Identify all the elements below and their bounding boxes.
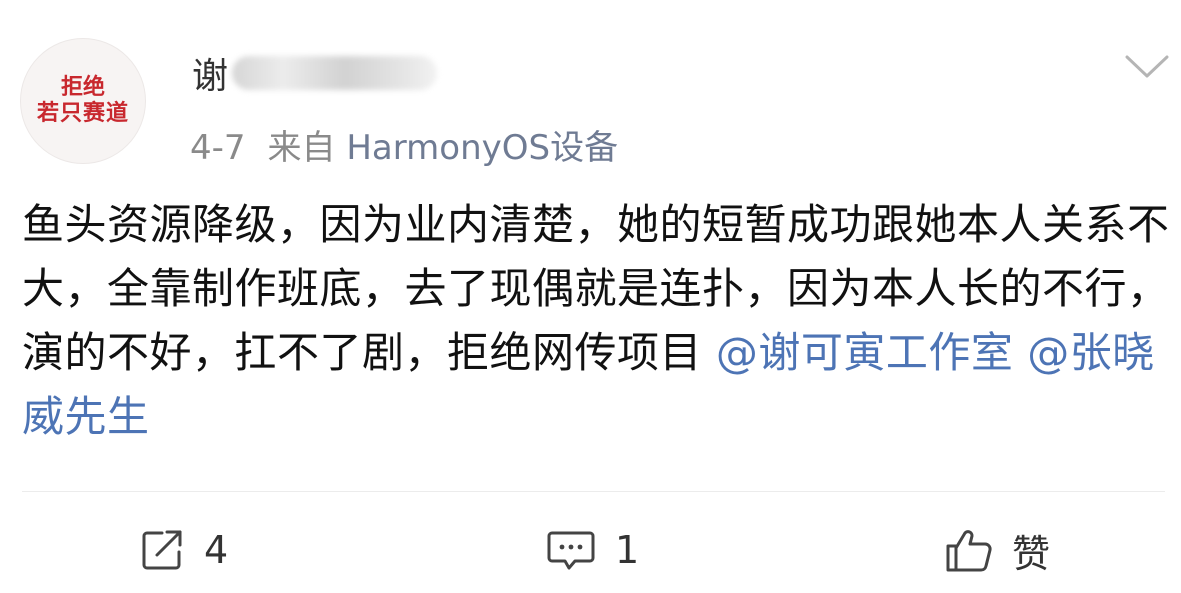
share-icon — [138, 526, 186, 574]
repost-button[interactable]: 4 — [138, 520, 228, 580]
post-content: 鱼头资源降级，因为业内清楚，她的短暂成功跟她本人关系不大，全靠制作班底，去了现偶… — [22, 193, 1172, 449]
comment-button[interactable]: 1 — [545, 520, 639, 580]
like-button[interactable]: 赞 — [944, 520, 1050, 580]
post-date: 4-7 — [190, 128, 246, 168]
post-device[interactable]: HarmonyOS设备 — [346, 128, 618, 168]
avatar-text-line2: 若只赛道 — [36, 101, 129, 126]
username[interactable]: 谢 — [192, 48, 438, 98]
thumbs-up-icon — [944, 526, 994, 574]
like-label: 赞 — [1012, 531, 1051, 576]
avatar[interactable]: 拒绝 若只赛道 — [20, 38, 146, 164]
repost-count: 4 — [204, 528, 229, 572]
post-meta: 4-7 来自 HarmonyOS设备 — [190, 120, 618, 169]
username-redaction-blur — [232, 56, 438, 90]
mention-link[interactable]: @谢可寅工作室 — [716, 328, 1014, 377]
comment-icon — [545, 526, 597, 574]
divider — [22, 491, 1165, 492]
post-source-prefix: 来自 — [267, 128, 336, 168]
comment-count: 1 — [615, 528, 640, 572]
weibo-post-card: 拒绝 若只赛道 谢 4-7 来自 HarmonyOS设备 鱼头资源降级，因为业内清… — [0, 0, 1181, 593]
chevron-down-icon[interactable] — [1124, 52, 1170, 82]
username-text: 谢 — [192, 56, 229, 97]
avatar-text-line1: 拒绝 — [60, 75, 105, 101]
